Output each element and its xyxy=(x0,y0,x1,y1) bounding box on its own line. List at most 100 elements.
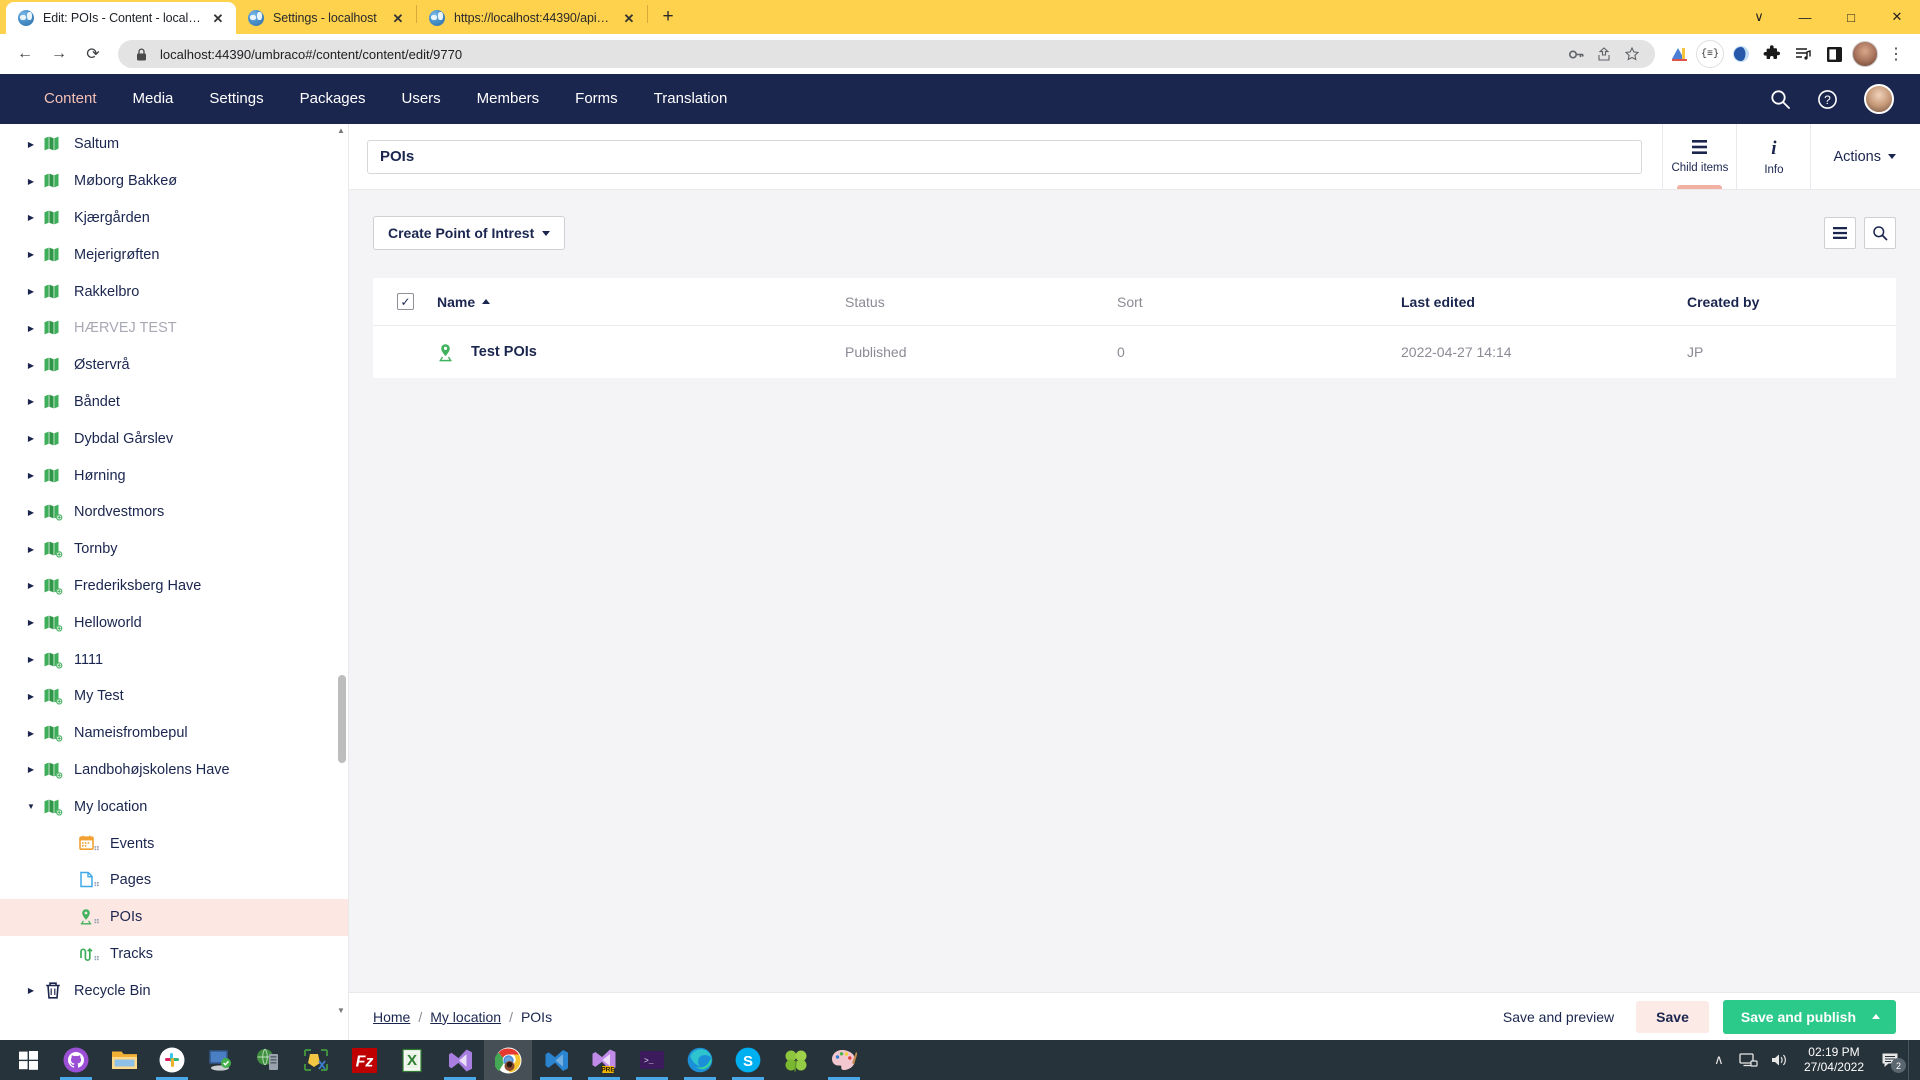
address-bar[interactable]: localhost:44390/umbraco#/content/content… xyxy=(118,40,1655,68)
browser-menu-icon[interactable]: ⋮ xyxy=(1882,40,1910,68)
taskbar-vs-code[interactable] xyxy=(532,1040,580,1080)
chevron-right-icon[interactable]: ▶ xyxy=(22,213,40,222)
tree-item-nordvestmors[interactable]: ▶ Nordvestmors xyxy=(0,494,348,531)
sidepanel-icon[interactable] xyxy=(1820,40,1848,68)
tree-item-nameisfrombepul[interactable]: ▶ Nameisfrombepul xyxy=(0,715,348,752)
braces-ext-icon[interactable]: {≡} xyxy=(1696,40,1724,68)
breadcrumb-item-home[interactable]: Home xyxy=(373,1009,410,1025)
notification-icon[interactable]: 2 xyxy=(1874,1040,1908,1080)
tree-item-mejerigr-ften[interactable]: ▶ Mejerigrøften xyxy=(0,236,348,273)
maximize-button[interactable]: □ xyxy=(1828,0,1874,34)
chevron-right-icon[interactable]: ▶ xyxy=(22,177,40,186)
tree-scrollbar-thumb[interactable] xyxy=(338,675,346,764)
node-name-input[interactable] xyxy=(367,139,1643,174)
tab-child-items[interactable]: Child items xyxy=(1662,124,1736,189)
chevron-right-icon[interactable]: ▶ xyxy=(22,361,40,370)
forward-icon[interactable]: → xyxy=(44,39,74,69)
taskbar-remote-desktop[interactable] xyxy=(196,1040,244,1080)
section-settings[interactable]: Settings xyxy=(191,74,281,124)
section-users[interactable]: Users xyxy=(383,74,458,124)
taskbar-slack[interactable] xyxy=(148,1040,196,1080)
taskbar-paint[interactable] xyxy=(820,1040,868,1080)
tree-item-frederiksberg-have[interactable]: ▶ Frederiksberg Have xyxy=(0,568,348,605)
star-icon[interactable] xyxy=(1623,45,1641,63)
clock[interactable]: 02:19 PM 27/04/2022 xyxy=(1794,1045,1874,1075)
column-header-created-by[interactable]: Created by xyxy=(1687,294,1872,310)
column-header-sort[interactable]: Sort xyxy=(1117,294,1401,310)
chevron-right-icon[interactable]: ▶ xyxy=(22,545,40,554)
chevron-right-icon[interactable]: ▶ xyxy=(22,140,40,149)
chart-ext-icon[interactable] xyxy=(1665,40,1693,68)
chevron-right-icon[interactable]: ▶ xyxy=(22,287,40,296)
tree-item-tornby[interactable]: ▶ Tornby xyxy=(0,531,348,568)
search-toggle-button[interactable] xyxy=(1864,217,1896,249)
table-row[interactable]: Test POIs Published 0 2022-04-27 14:14 J… xyxy=(373,326,1896,378)
row-name-cell[interactable]: Test POIs xyxy=(437,343,845,362)
section-forms[interactable]: Forms xyxy=(557,74,636,124)
actions-menu-button[interactable]: Actions xyxy=(1810,124,1920,189)
taskbar-google-chrome[interactable] xyxy=(484,1040,532,1080)
list-view-toggle-button[interactable] xyxy=(1824,217,1856,249)
tree-scrollbar[interactable]: ▲ ▼ xyxy=(337,126,346,1015)
section-members[interactable]: Members xyxy=(459,74,558,124)
section-content[interactable]: Content xyxy=(26,74,115,124)
taskbar-iis-manager[interactable] xyxy=(244,1040,292,1080)
reload-icon[interactable]: ⟳ xyxy=(78,39,108,69)
chevron-right-icon[interactable]: ▶ xyxy=(22,471,40,480)
chevron-right-icon[interactable]: ▶ xyxy=(22,324,40,333)
window-close-button[interactable]: ✕ xyxy=(1874,0,1920,34)
tree-scroll-area[interactable]: ▶ Saltum ▶ Møborg Bakkeø ▶ Kjærgården ▶ Mej… xyxy=(0,124,348,1009)
tree-item-landboh-jskolens-have[interactable]: ▶ Landbohøjskolens Have xyxy=(0,752,348,789)
chevron-right-icon[interactable]: ▶ xyxy=(22,581,40,590)
taskbar-terminal[interactable]: >_ xyxy=(628,1040,676,1080)
tree-item-events[interactable]: Events xyxy=(0,825,348,862)
chevron-right-icon[interactable]: ▶ xyxy=(22,397,40,406)
chevron-right-icon[interactable]: ▶ xyxy=(22,655,40,664)
taskbar-visual-studio-preview[interactable]: PRE xyxy=(580,1040,628,1080)
tab-info[interactable]: i Info xyxy=(1736,124,1810,189)
tree-item-1111[interactable]: ▶ 1111 xyxy=(0,641,348,678)
circle-ext-icon[interactable] xyxy=(1727,40,1755,68)
tree-item-recycle-bin[interactable]: ▶ Recycle Bin xyxy=(0,972,348,1009)
back-icon[interactable]: ← xyxy=(10,39,40,69)
share-icon[interactable] xyxy=(1595,45,1613,63)
section-media[interactable]: Media xyxy=(115,74,192,124)
tree-item-h-rvej-test[interactable]: ▶ HÆRVEJ TEST xyxy=(0,310,348,347)
chevron-right-icon[interactable]: ▶ xyxy=(22,618,40,627)
create-button[interactable]: Create Point of Intrest xyxy=(373,216,566,250)
taskbar-skype[interactable]: S xyxy=(724,1040,772,1080)
playlist-icon[interactable] xyxy=(1789,40,1817,68)
section-translation[interactable]: Translation xyxy=(636,74,746,124)
tree-item-tracks[interactable]: Tracks xyxy=(0,936,348,973)
chevron-up-icon[interactable]: ∧ xyxy=(1704,1040,1734,1080)
puzzle-icon[interactable] xyxy=(1758,40,1786,68)
chevron-right-icon[interactable]: ▶ xyxy=(22,986,40,995)
tree-item-rakkelbro[interactable]: ▶ Rakkelbro xyxy=(0,273,348,310)
tree-item-stervr[interactable]: ▶ Østervrå xyxy=(0,347,348,384)
search-icon[interactable] xyxy=(1770,89,1791,110)
tree-item-h-rning[interactable]: ▶ Hørning xyxy=(0,457,348,494)
taskbar-visual-studio[interactable] xyxy=(436,1040,484,1080)
column-header-last-edited[interactable]: Last edited xyxy=(1401,294,1687,310)
tab-search-chevron-icon[interactable]: ∨ xyxy=(1736,0,1782,34)
save-button[interactable]: Save xyxy=(1636,1000,1709,1033)
column-header-name[interactable]: Name xyxy=(437,294,845,310)
help-icon[interactable]: ? xyxy=(1817,89,1838,110)
scroll-up-arrow[interactable]: ▲ xyxy=(337,126,345,135)
avatar[interactable] xyxy=(1851,40,1879,68)
tree-item-pois[interactable]: POIs xyxy=(0,898,348,936)
tree-item-my-location[interactable]: ▼ My location xyxy=(0,788,348,825)
show-desktop-button[interactable] xyxy=(1908,1040,1914,1080)
tree-item-my-test[interactable]: ▶ My Test xyxy=(0,678,348,715)
chevron-right-icon[interactable]: ▶ xyxy=(22,434,40,443)
chevron-right-icon[interactable]: ▶ xyxy=(22,692,40,701)
network-icon[interactable] xyxy=(1734,1040,1764,1080)
browser-tab-2[interactable]: https://localhost:44390/api/v1/lo ✕ xyxy=(417,2,647,34)
tree-item-saltum[interactable]: ▶ Saltum xyxy=(0,126,348,163)
taskbar-file-explorer[interactable] xyxy=(100,1040,148,1080)
chevron-down-icon[interactable]: ▼ xyxy=(22,802,40,811)
row-name-link[interactable]: Test POIs xyxy=(471,344,537,360)
section-packages[interactable]: Packages xyxy=(282,74,384,124)
tree-item-pages[interactable]: Pages xyxy=(0,862,348,899)
save-and-preview-button[interactable]: Save and preview xyxy=(1495,1009,1622,1025)
